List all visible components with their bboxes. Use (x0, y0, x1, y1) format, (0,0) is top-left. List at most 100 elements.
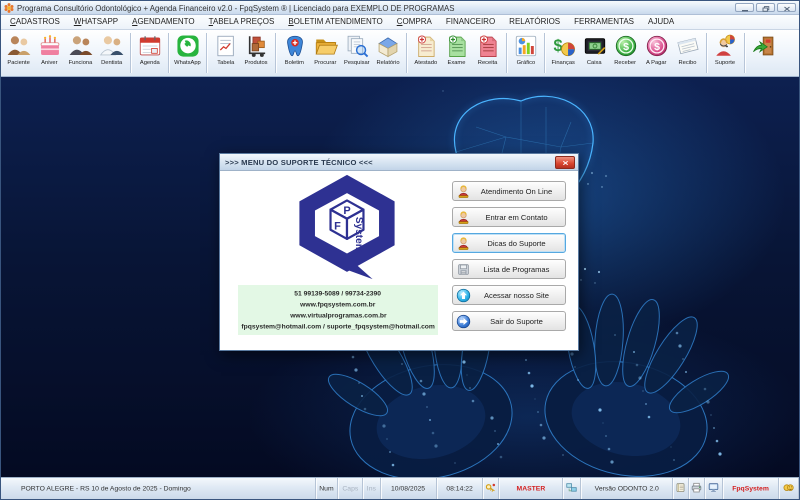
status-time: 08:14:22 (437, 478, 483, 499)
toolbar-button-suporte[interactable]: Suporte (710, 31, 741, 75)
toolbar-separator (168, 33, 169, 73)
dialog-buttons: Atendimento On Line Entrar em Contato Dica… (452, 181, 566, 337)
support-menu-dialog: >>> MENU DO SUPORTE TÉCNICO <<< P F (219, 153, 579, 351)
dialog-button-atendimento-on-line[interactable]: Atendimento On Line (452, 181, 566, 201)
recibo-icon (675, 33, 701, 59)
dialog-titlebar[interactable]: >>> MENU DO SUPORTE TÉCNICO <<< (220, 154, 578, 171)
dialog-button-label: Sair do Suporte (473, 317, 559, 326)
menu-item-whatsapp[interactable]: WHATSAPP (67, 15, 125, 29)
dialog-button-dicas-do-suporte[interactable]: Dicas do Suporte (452, 233, 566, 253)
toolbar-button-grafico[interactable]: Gráfico (510, 31, 541, 75)
toolbar-label: Pesquisar (344, 59, 370, 65)
dialog-button-acessar-nosso-site[interactable]: Acessar nosso Site (452, 285, 566, 305)
svg-text:$: $ (553, 37, 562, 55)
toolbar-label: Funciona (69, 59, 93, 65)
toolbar-label: Recibo (679, 59, 697, 65)
toolbar-button-whatsapp[interactable]: WhatsApp (172, 31, 203, 75)
sairsup-icon (456, 314, 471, 329)
status-ins: Ins (363, 478, 381, 499)
exame-icon (444, 33, 470, 59)
status-num: Num (316, 478, 338, 499)
toolbar-button-procurar[interactable]: Procurar (310, 31, 341, 75)
restore-button[interactable] (756, 3, 775, 12)
minimize-button[interactable] (735, 3, 754, 12)
toolbar-button-dentista[interactable]: Dentista (96, 31, 127, 75)
menu-item-agendamento[interactable]: AGENDAMENTO (125, 15, 202, 29)
toolbar-label: Boletim (285, 59, 304, 65)
relatorio-icon (375, 33, 401, 59)
site-icon (456, 288, 471, 303)
dialog-button-sair-do-suporte[interactable]: Sair do Suporte (452, 311, 566, 331)
toolbar-label: Relatório (376, 59, 399, 65)
close-icon (562, 160, 569, 166)
menu-item-ajuda[interactable]: AJUDA (641, 15, 681, 29)
menu-item-boletim-atendimento[interactable]: BOLETIM ATENDIMENTO (281, 15, 389, 29)
support-icon (456, 184, 471, 199)
contact-line: 51 99139-5089 / 99734-2390 (295, 289, 382, 298)
status-location: PORTO ALEGRE - RS 10 de Agosto de 2025 -… (1, 478, 316, 499)
window-titlebar[interactable]: Programa Consultório Odontológico + Agen… (1, 1, 799, 15)
close-icon (783, 0, 791, 15)
toolbar-button-funciona[interactable]: Funciona (65, 31, 96, 75)
toolbar-separator (544, 33, 545, 73)
toolbar-button-exame[interactable]: Exame (441, 31, 472, 75)
dialog-body: P F System 51 99139-5089 / 99734-2390www… (220, 171, 578, 351)
status-faces (779, 478, 799, 499)
monitor-icon (708, 482, 719, 495)
menu-item-relatorios[interactable]: RELATÓRIOS (502, 15, 567, 29)
toolbar-label: Suporte (715, 59, 735, 65)
toolbar-button-financas[interactable]: $Finanças (548, 31, 579, 75)
menu-item-ferramentas[interactable]: FERRAMENTAS (567, 15, 641, 29)
aniver-icon (37, 33, 63, 59)
contact-line: fpqsystem@hotmail.com / suporte_fpqsyste… (241, 322, 434, 331)
fpqsystem-logo: P F System (290, 173, 404, 281)
menu-item-compra[interactable]: COMPRA (390, 15, 439, 29)
menu-item-cadastros[interactable]: CADASTROS (3, 15, 67, 29)
net-icon (566, 482, 577, 495)
dialog-button-lista-de-programas[interactable]: Lista de Programas (452, 259, 566, 279)
tabela-icon (213, 33, 239, 59)
toolbar-button-receber[interactable]: $ Receber (610, 31, 641, 75)
dialog-button-entrar-em-contato[interactable]: Entrar em Contato (452, 207, 566, 227)
agenda-icon (137, 33, 163, 59)
whatsapp-icon (175, 33, 201, 59)
toolbar-button-receita[interactable]: Receita (472, 31, 503, 75)
toolbar-label: Dentista (101, 59, 122, 65)
toolbar-button-atestado[interactable]: Atestado (410, 31, 441, 75)
toolbar-separator (506, 33, 507, 73)
toolbar-button-agenda[interactable]: Agenda (134, 31, 165, 75)
logo-letter-f: F (334, 221, 341, 233)
toolbar-button-caixa[interactable]: Caixa (579, 31, 610, 75)
dialog-button-label: Atendimento On Line (473, 187, 559, 196)
toolbar-button-relatorio[interactable]: Relatório (372, 31, 403, 75)
toolbar-button-paciente[interactable]: Paciente (3, 31, 34, 75)
toolbar-button-sair[interactable] (748, 31, 779, 75)
logo-word-system: System (353, 217, 364, 253)
svg-text:$: $ (623, 41, 629, 53)
menu-item-financeiro[interactable]: FINANCEIRO (439, 15, 502, 29)
minimize-icon (741, 0, 749, 15)
toolbar-button-boletim[interactable]: Boletim (279, 31, 310, 75)
toolbar-button-apagar[interactable]: $A Pagar (641, 31, 672, 75)
toolbar-label: Receber (615, 59, 637, 65)
dialog-close-button[interactable] (555, 156, 575, 169)
toolbar-button-tabela[interactable]: Tabela (210, 31, 241, 75)
apagar-icon: $ (644, 33, 670, 59)
toolbar-button-aniver[interactable]: Aniver (34, 31, 65, 75)
receita-icon (475, 33, 501, 59)
dialog-title: >>> MENU DO SUPORTE TÉCNICO <<< (225, 158, 373, 167)
dialog-button-label: Lista de Programas (473, 265, 559, 274)
close-button[interactable] (777, 3, 796, 12)
window-controls (735, 3, 796, 12)
toolbar-label: Agenda (140, 59, 160, 65)
status-monitor (705, 478, 723, 499)
toolbar-button-pesquisar[interactable]: Pesquisar (341, 31, 372, 75)
menu-item-tabela-precos[interactable]: TABELA PREÇOS (202, 15, 282, 29)
toolbar-label: Receita (478, 59, 498, 65)
svg-text:$: $ (654, 41, 660, 53)
window-title: Programa Consultório Odontológico + Agen… (17, 3, 454, 12)
toolbar-button-produtos[interactable]: Produtos (241, 31, 272, 75)
status-key (483, 478, 499, 499)
toolbar-label: Aniver (41, 59, 57, 65)
toolbar-button-recibo[interactable]: Recibo (672, 31, 703, 75)
